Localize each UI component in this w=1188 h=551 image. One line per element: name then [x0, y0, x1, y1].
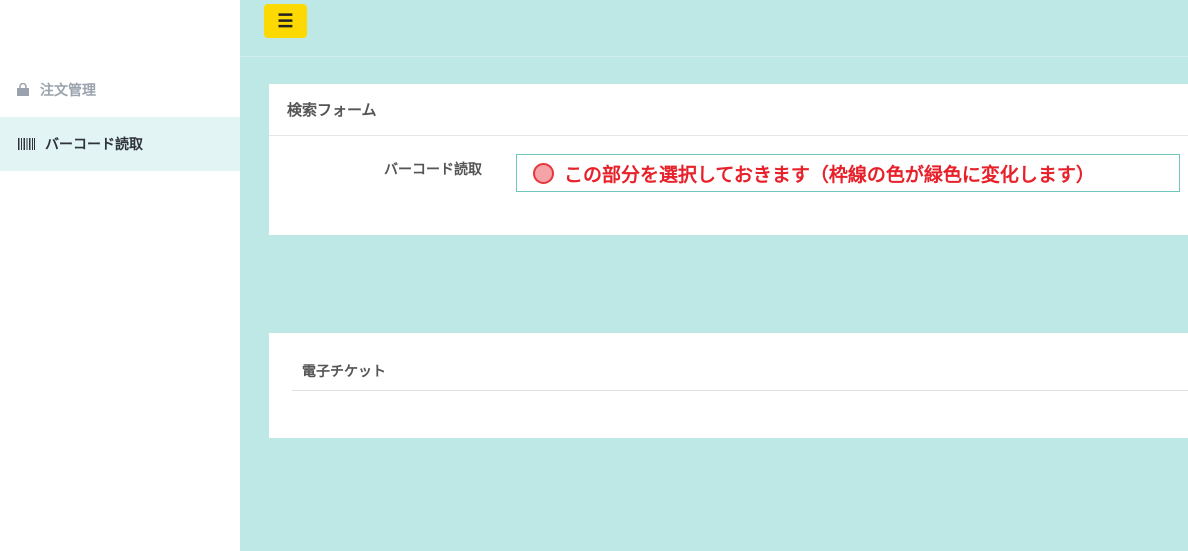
barcode-icon: [18, 138, 35, 150]
shopping-bag-icon: [16, 83, 30, 97]
divider: [292, 390, 1188, 391]
sidebar-item-orders[interactable]: 注文管理: [0, 64, 240, 116]
menu-toggle-button[interactable]: ☰: [264, 4, 307, 38]
hamburger-icon: ☰: [277, 10, 294, 31]
app: 注文管理 バーコード読取 ☰ 検索フォーム バーコード読取 この部分を選択してお…: [0, 0, 1188, 551]
annotation-text: この部分を選択しておきます（枠線の色が緑色に変化します）: [564, 163, 1095, 186]
main-content: ☰ 検索フォーム バーコード読取 この部分を選択しておきます（枠線の色が緑色に変…: [240, 0, 1188, 551]
e-ticket-title: 電子チケット: [302, 364, 386, 380]
barcode-field-label: バーコード読取: [384, 162, 482, 178]
top-bar: ☰: [240, 0, 1188, 57]
search-form-title: 検索フォーム: [269, 84, 1188, 136]
sidebar-item-label: バーコード読取: [45, 137, 143, 153]
search-form-card: 検索フォーム バーコード読取 この部分を選択しておきます（枠線の色が緑色に変化し…: [269, 84, 1188, 235]
sidebar-item-label: 注文管理: [40, 83, 96, 99]
barcode-input[interactable]: この部分を選択しておきます（枠線の色が緑色に変化します）: [516, 154, 1180, 192]
e-ticket-card: 電子チケット: [269, 333, 1188, 438]
sidebar: 注文管理 バーコード読取: [0, 0, 240, 551]
sidebar-item-barcode[interactable]: バーコード読取: [0, 117, 240, 171]
annotation-circle-icon: [533, 162, 554, 184]
